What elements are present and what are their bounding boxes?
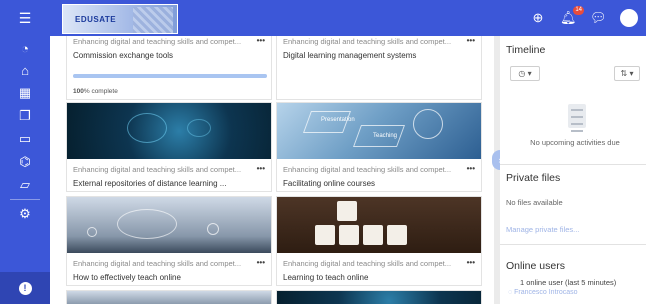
- online-users-block: Online users 1 online user (last 5 minut…: [506, 260, 644, 304]
- course-image-graphic: [207, 223, 219, 235]
- timeline-block: Timeline ◷ ▾ ⇅ ▾ No upcoming activities …: [506, 44, 644, 164]
- course-title[interactable]: Digital learning management systems: [283, 51, 475, 60]
- sidebar-divider: [10, 199, 40, 200]
- graduation-cap-icon[interactable]: ⌬: [0, 152, 50, 172]
- course-image-graphic: [127, 113, 167, 143]
- timeline-heading: Timeline: [506, 44, 546, 56]
- course-image[interactable]: [277, 291, 481, 304]
- globe-icon[interactable]: ⊕: [530, 10, 546, 26]
- image-label: Presentation: [321, 117, 355, 123]
- site-logo[interactable]: EDUSATE: [62, 4, 178, 34]
- course-card[interactable]: Enhancing digital and teaching skills an…: [66, 196, 272, 286]
- folder-icon[interactable]: ▱: [0, 175, 50, 195]
- course-overview: Enhancing digital and teaching skills an…: [50, 36, 494, 304]
- course-image-graphic: [339, 225, 359, 245]
- course-title[interactable]: External repositories of distance learni…: [73, 179, 265, 188]
- private-files-empty: No files available: [506, 198, 563, 207]
- online-user-link[interactable]: ◌ Francesco Introcaso: [506, 289, 644, 296]
- course-image[interactable]: [67, 103, 271, 159]
- progress-fill: [73, 74, 267, 78]
- course-card[interactable]: [276, 290, 482, 304]
- course-image-graphic: [363, 225, 383, 245]
- course-image-graphic: [87, 227, 97, 237]
- sidebar-footer: !: [0, 272, 50, 304]
- course-category: Enhancing digital and teaching skills an…: [283, 165, 475, 174]
- course-category: Enhancing digital and teaching skills an…: [283, 37, 475, 46]
- more-options-icon[interactable]: •••: [467, 259, 475, 267]
- timeline-empty-message: No upcoming activities due: [530, 138, 620, 147]
- empty-document-icon: [568, 104, 586, 132]
- course-image-graphic: [337, 201, 357, 221]
- logo-text: EDUSATE: [75, 15, 117, 24]
- course-category: Enhancing digital and teaching skills an…: [73, 165, 265, 174]
- progress-bar: [73, 74, 267, 78]
- timeline-sort-dropdown[interactable]: ⇅ ▾: [614, 66, 640, 81]
- course-image[interactable]: [67, 197, 271, 253]
- course-card[interactable]: Enhancing digital and teaching skills an…: [276, 196, 482, 286]
- course-image-graphic: [187, 119, 211, 137]
- sort-icon: ⇅ ▾: [620, 69, 634, 78]
- online-users-heading: Online users: [506, 260, 565, 272]
- online-users-summary: 1 online user (last 5 minutes): [520, 278, 617, 287]
- gear-icon[interactable]: ⚙: [0, 204, 50, 224]
- course-image-graphic: [387, 225, 407, 245]
- home-icon[interactable]: ⌂: [0, 60, 50, 80]
- clock-icon: ◷ ▾: [518, 69, 532, 78]
- info-icon[interactable]: !: [18, 281, 32, 295]
- course-title[interactable]: Learning to teach online: [283, 273, 475, 282]
- course-category: Enhancing digital and teaching skills an…: [73, 259, 265, 268]
- more-options-icon[interactable]: •••: [257, 37, 265, 45]
- course-card[interactable]: Enhancing digital and teaching skills an…: [66, 102, 272, 192]
- course-title[interactable]: How to effectively teach online: [73, 273, 265, 282]
- files-icon[interactable]: ❐: [0, 106, 50, 126]
- bell-icon[interactable]: 🔔︎ 14: [560, 6, 584, 26]
- top-navbar: ☰ EDUSATE ⊕ 🔔︎ 14 💬︎: [0, 0, 646, 36]
- chat-icon[interactable]: 💬︎: [590, 10, 607, 26]
- course-card[interactable]: Enhancing digital and teaching skills an…: [66, 36, 272, 100]
- right-block-drawer: Timeline ◷ ▾ ⇅ ▾ No upcoming activities …: [500, 36, 646, 304]
- course-card[interactable]: Enhancing digital and teaching skills an…: [276, 36, 482, 100]
- course-category: Enhancing digital and teaching skills an…: [73, 37, 265, 46]
- image-label: Teaching: [373, 133, 398, 139]
- course-image[interactable]: Presentation Teaching: [277, 103, 481, 159]
- progress-label: 100% complete: [73, 88, 118, 95]
- course-card[interactable]: [66, 290, 272, 304]
- dashboard-icon[interactable]: ◔: [0, 38, 50, 58]
- divider: [500, 244, 646, 245]
- notification-badge: 14: [573, 6, 584, 15]
- course-image[interactable]: [67, 291, 271, 304]
- course-image-graphic: [117, 209, 177, 239]
- more-options-icon[interactable]: •••: [257, 165, 265, 173]
- logo-graphic: [133, 7, 173, 33]
- left-sidebar: ◔ ⌂ ▦ ❐ ▭ ⌬ ▱ ⚙ !: [0, 36, 50, 304]
- menu-icon[interactable]: ☰: [0, 0, 50, 36]
- manage-private-files-link[interactable]: Manage private files...: [506, 225, 644, 234]
- course-image-graphic: [413, 109, 443, 139]
- more-options-icon[interactable]: •••: [257, 259, 265, 267]
- more-options-icon[interactable]: •••: [467, 165, 475, 173]
- course-image-graphic: [315, 225, 335, 245]
- private-files-block: Private files No files available Manage …: [506, 172, 644, 252]
- user-avatar[interactable]: [620, 9, 638, 27]
- course-title[interactable]: Facilitating online courses: [283, 179, 475, 188]
- course-image[interactable]: [277, 197, 481, 253]
- clipboard-icon[interactable]: ▭: [0, 129, 50, 149]
- navbar-icons: ⊕ 🔔︎ 14 💬︎: [530, 0, 638, 36]
- more-options-icon[interactable]: •••: [467, 37, 475, 45]
- divider: [500, 164, 646, 165]
- private-files-heading: Private files: [506, 172, 561, 184]
- course-card[interactable]: Presentation Teaching Enhancing digital …: [276, 102, 482, 192]
- calendar-icon[interactable]: ▦: [0, 83, 50, 103]
- course-title[interactable]: Commission exchange tools: [73, 51, 265, 60]
- timeline-filter-dropdown[interactable]: ◷ ▾: [510, 66, 540, 81]
- course-category: Enhancing digital and teaching skills an…: [283, 259, 475, 268]
